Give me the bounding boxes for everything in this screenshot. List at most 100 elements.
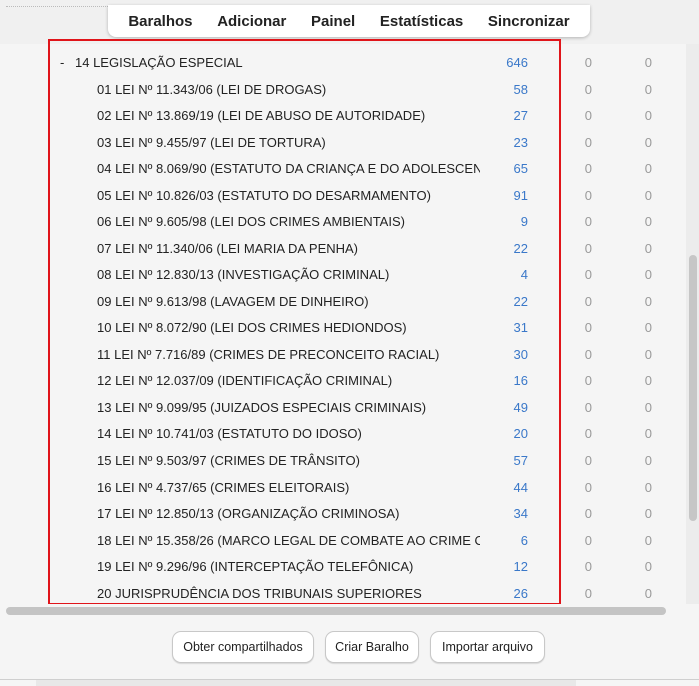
- new-count: 22: [513, 293, 528, 309]
- deck-row: 02 LEI Nº 13.869/19 (LEI DE ABUSO DE AUT…: [0, 103, 686, 130]
- due-count: 0: [644, 55, 652, 70]
- new-count: 65: [513, 161, 528, 177]
- new-count: 57: [513, 453, 528, 469]
- deck-name[interactable]: 11 LEI Nº 7.716/89 (CRIMES DE PRECONCEIT…: [97, 347, 480, 362]
- new-count: 16: [513, 373, 528, 389]
- learn-count: 0: [584, 479, 592, 495]
- deck-name[interactable]: 16 LEI Nº 4.737/65 (CRIMES ELEITORAIS): [97, 480, 480, 495]
- deck-list: - 14 LEGISLAÇÃO ESPECIAL 646 0 0 01 LEI …: [0, 44, 686, 604]
- horizontal-scroll-thumb[interactable]: [6, 607, 666, 615]
- learn-count: 0: [584, 373, 592, 389]
- due-count: 0: [644, 506, 652, 522]
- deck-name[interactable]: 01 LEI Nº 11.343/06 (LEI DE DROGAS): [97, 82, 480, 97]
- new-count: 646: [506, 55, 528, 70]
- due-count: 0: [644, 81, 652, 97]
- deck-name[interactable]: 13 LEI Nº 9.099/95 (JUIZADOS ESPECIAIS C…: [97, 400, 480, 415]
- new-count: 22: [513, 240, 528, 256]
- new-count: 31: [513, 320, 528, 336]
- deck-name[interactable]: 20 JURISPRUDÊNCIA DOS TRIBUNAIS SUPERIOR…: [97, 586, 480, 601]
- create-deck-button[interactable]: Criar Baralho: [325, 631, 419, 663]
- deck-name[interactable]: 10 LEI Nº 8.072/90 (LEI DOS CRIMES HEDIO…: [97, 320, 480, 335]
- toolbar-decks[interactable]: Baralhos: [124, 13, 196, 30]
- deck-name[interactable]: 08 LEI Nº 12.830/13 (INVESTIGAÇÃO CRIMIN…: [97, 267, 480, 282]
- deck-row: 18 LEI Nº 15.358/26 (MARCO LEGAL DE COMB…: [0, 528, 686, 555]
- new-count: 27: [513, 108, 528, 124]
- deck-row: 11 LEI Nº 7.716/89 (CRIMES DE PRECONCEIT…: [0, 342, 686, 369]
- learn-count: 0: [584, 320, 592, 336]
- deck-name[interactable]: 05 LEI Nº 10.826/03 (ESTATUTO DO DESARMA…: [97, 188, 480, 203]
- new-count: 58: [513, 81, 528, 97]
- deck-name[interactable]: 02 LEI Nº 13.869/19 (LEI DE ABUSO DE AUT…: [97, 108, 480, 123]
- due-count: 0: [644, 399, 652, 415]
- learn-count: 0: [584, 161, 592, 177]
- deck-name[interactable]: 04 LEI Nº 8.069/90 (ESTATUTO DA CRIANÇA …: [97, 161, 480, 176]
- get-shared-button[interactable]: Obter compartilhados: [172, 631, 314, 663]
- learn-count: 0: [584, 267, 592, 283]
- deck-row: 05 LEI Nº 10.826/03 (ESTATUTO DO DESARMA…: [0, 183, 686, 210]
- learn-count: 0: [584, 399, 592, 415]
- learn-count: 0: [584, 532, 592, 548]
- deck-row: 08 LEI Nº 12.830/13 (INVESTIGAÇÃO CRIMIN…: [0, 262, 686, 289]
- deck-row: 13 LEI Nº 9.099/95 (JUIZADOS ESPECIAIS C…: [0, 395, 686, 422]
- deck-row-parent: - 14 LEGISLAÇÃO ESPECIAL 646 0 0: [0, 50, 686, 77]
- toolbar-sync[interactable]: Sincronizar: [484, 13, 574, 30]
- deck-name[interactable]: 14 LEGISLAÇÃO ESPECIAL: [75, 55, 480, 70]
- learn-count: 0: [584, 293, 592, 309]
- deck-row: 19 LEI Nº 9.296/96 (INTERCEPTAÇÃO TELEFÔ…: [0, 554, 686, 581]
- due-count: 0: [644, 267, 652, 283]
- learn-count: 0: [584, 453, 592, 469]
- learn-count: 0: [584, 585, 592, 601]
- deck-name[interactable]: 09 LEI Nº 9.613/98 (LAVAGEM DE DINHEIRO): [97, 294, 480, 309]
- due-count: 0: [644, 532, 652, 548]
- due-count: 0: [644, 134, 652, 150]
- due-count: 0: [644, 214, 652, 230]
- deck-row: 06 LEI Nº 9.605/98 (LEI DOS CRIMES AMBIE…: [0, 209, 686, 236]
- due-count: 0: [644, 346, 652, 362]
- deck-name[interactable]: 14 LEI Nº 10.741/03 (ESTATUTO DO IDOSO): [97, 426, 480, 441]
- learn-count: 0: [584, 81, 592, 97]
- deck-name[interactable]: 07 LEI Nº 11.340/06 (LEI MARIA DA PENHA): [97, 241, 480, 256]
- new-count: 91: [513, 187, 528, 203]
- deck-name[interactable]: 15 LEI Nº 9.503/97 (CRIMES DE TRÂNSITO): [97, 453, 480, 468]
- learn-count: 0: [584, 506, 592, 522]
- vertical-scroll-thumb[interactable]: [689, 255, 697, 521]
- learn-count: 0: [584, 346, 592, 362]
- toolbar-stats[interactable]: Estatísticas: [376, 13, 467, 30]
- deck-name[interactable]: 19 LEI Nº 9.296/96 (INTERCEPTAÇÃO TELEFÔ…: [97, 559, 480, 574]
- due-count: 0: [644, 293, 652, 309]
- deck-name[interactable]: 03 LEI Nº 9.455/97 (LEI DE TORTURA): [97, 135, 480, 150]
- toolbar-add[interactable]: Adicionar: [213, 13, 290, 30]
- deck-row: 01 LEI Nº 11.343/06 (LEI DE DROGAS) 58 0 0: [0, 77, 686, 104]
- due-count: 0: [644, 559, 652, 575]
- deck-row: 03 LEI Nº 9.455/97 (LEI DE TORTURA) 23 0 0: [0, 130, 686, 157]
- deck-row: 16 LEI Nº 4.737/65 (CRIMES ELEITORAIS) 44…: [0, 475, 686, 502]
- import-file-button[interactable]: Importar arquivo: [430, 631, 545, 663]
- due-count: 0: [644, 240, 652, 256]
- due-count: 0: [644, 320, 652, 336]
- deck-row: 04 LEI Nº 8.069/90 (ESTATUTO DA CRIANÇA …: [0, 156, 686, 183]
- new-count: 9: [520, 214, 528, 230]
- deck-name[interactable]: 06 LEI Nº 9.605/98 (LEI DOS CRIMES AMBIE…: [97, 214, 480, 229]
- due-count: 0: [644, 453, 652, 469]
- new-count: 30: [513, 346, 528, 362]
- new-count: 12: [513, 559, 528, 575]
- deck-name[interactable]: 12 LEI Nº 12.037/09 (IDENTIFICAÇÃO CRIMI…: [97, 373, 480, 388]
- new-count: 34: [513, 506, 528, 522]
- deck-row: 14 LEI Nº 10.741/03 (ESTATUTO DO IDOSO) 2…: [0, 421, 686, 448]
- due-count: 0: [644, 479, 652, 495]
- due-count: 0: [644, 585, 652, 601]
- new-count: 6: [520, 532, 528, 548]
- deck-name[interactable]: 18 LEI Nº 15.358/26 (MARCO LEGAL DE COMB…: [97, 533, 480, 548]
- due-count: 0: [644, 161, 652, 177]
- toolbar-browse[interactable]: Painel: [307, 13, 359, 30]
- due-count: 0: [644, 108, 652, 124]
- learn-count: 0: [584, 214, 592, 230]
- learn-count: 0: [584, 240, 592, 256]
- deck-row: 17 LEI Nº 12.850/13 (ORGANIZAÇÃO CRIMINO…: [0, 501, 686, 528]
- new-count: 49: [513, 399, 528, 415]
- deck-name[interactable]: 17 LEI Nº 12.850/13 (ORGANIZAÇÃO CRIMINO…: [97, 506, 480, 521]
- due-count: 0: [644, 373, 652, 389]
- learn-count: 0: [584, 187, 592, 203]
- top-bar: Baralhos Adicionar Painel Estatísticas S…: [0, 0, 699, 44]
- collapse-toggle[interactable]: -: [60, 55, 64, 70]
